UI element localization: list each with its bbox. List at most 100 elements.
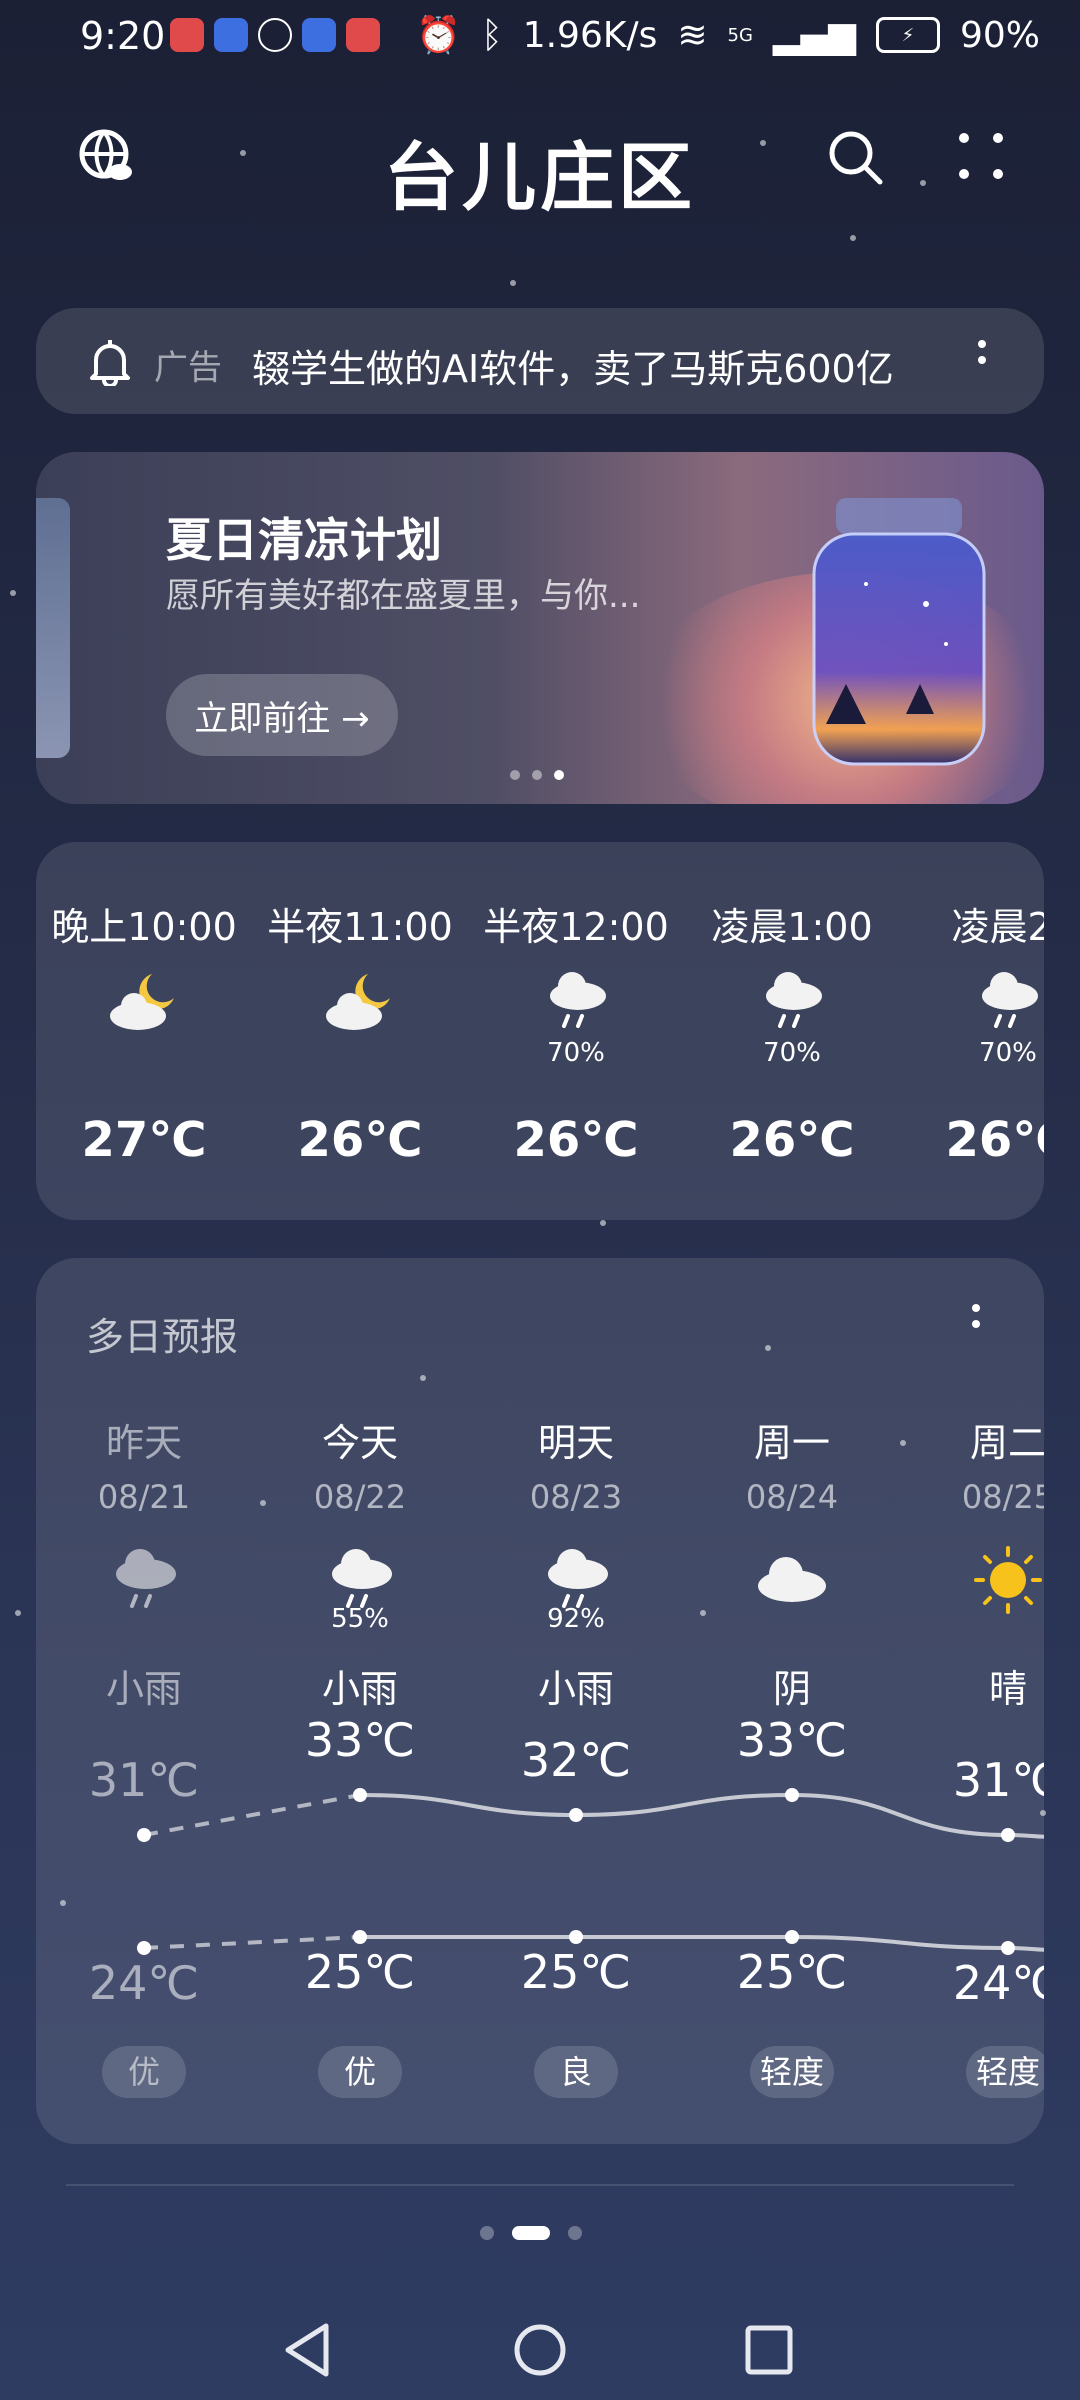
day-column: 明天 08/23 92% 小雨 32℃ 25℃ 良 [468, 1258, 684, 2144]
hourly-forecast-card[interactable]: 晚上10:00 27℃ 半夜11:00 26℃ 半夜12:00 70% 26℃ … [36, 842, 1044, 1220]
ad-text[interactable]: 辍学生做的AI软件，卖了马斯克600亿 [252, 338, 894, 393]
cloud-icon [758, 1557, 826, 1602]
rain-icon [982, 972, 1038, 1028]
day-low-temp: 25℃ [736, 1945, 848, 1999]
hour-precip: 70% [979, 1038, 1037, 1068]
city-name[interactable]: 台儿庄区 [0, 118, 1080, 225]
hour-temp: 26℃ [945, 1112, 1044, 1168]
page-dot [480, 2226, 494, 2240]
previous-banner-edge [36, 498, 70, 758]
battery-level: 90% [959, 14, 1040, 56]
day-column: 昨天 08/21 小雨 31℃ 24℃ 优 [36, 1258, 252, 2144]
hour-time: 晚上10:00 [51, 905, 237, 949]
hour-column: 晚上10:00 27℃ [36, 842, 252, 1220]
day-date: 08/24 [745, 1478, 839, 1516]
air-quality-badge: 良 [534, 2046, 618, 2098]
page-dot [568, 2226, 582, 2240]
network-speed: 1.96K/s [522, 14, 658, 56]
status-bar: 9:20 ⏰ ᛒ 1.96K/s ≋ 5G ▂▄▆ ⚡ 90% [0, 0, 1080, 76]
day-weather: 小雨 [105, 1667, 182, 1711]
search-icon[interactable] [826, 128, 884, 186]
day-high-temp: 31℃ [88, 1753, 200, 1807]
air-quality-badge: 轻度 [966, 2046, 1044, 2098]
hour-temp: 26℃ [297, 1112, 423, 1168]
ad-more-icon[interactable] [976, 338, 988, 382]
page-indicator [480, 2226, 582, 2240]
day-low-temp: 24℃ [952, 1956, 1044, 2010]
air-quality-badge: 优 [102, 2046, 186, 2098]
go-now-button[interactable]: 立即前往 → [166, 674, 398, 756]
day-weather: 晴 [988, 1667, 1027, 1711]
hour-column: 凌晨2: 70% 26℃ [900, 842, 1044, 1220]
alarm-icon: ⏰ [416, 15, 462, 56]
day-date: 08/22 [313, 1478, 407, 1516]
day-name: 明天 [537, 1421, 614, 1465]
day-low-temp: 25℃ [304, 1945, 416, 1999]
promo-banner[interactable]: 夏日清凉计划 愿所有美好都在盛夏里，与你... 立即前往 → [36, 452, 1044, 804]
recents-icon[interactable] [744, 2324, 794, 2376]
hour-time: 半夜11:00 [267, 905, 453, 949]
air-quality-badge: 优 [318, 2046, 402, 2098]
hour-temp: 26℃ [729, 1112, 855, 1168]
hour-time: 凌晨2: [951, 905, 1045, 949]
back-icon[interactable] [282, 2322, 332, 2378]
pager-dot-active [554, 770, 564, 780]
air-quality-badge: 轻度 [750, 2046, 834, 2098]
rain-icon [550, 972, 606, 1028]
day-column: 周一 08/24 阴 33℃ 25℃ 轻度 [684, 1258, 900, 2144]
more-grid-icon[interactable] [956, 130, 1006, 182]
banner-pager [510, 770, 564, 780]
app-header: 台儿庄区 [0, 110, 1080, 221]
day-date: 08/21 [97, 1478, 191, 1516]
sun-icon [974, 1546, 1042, 1614]
hour-time: 半夜12:00 [483, 905, 669, 949]
banner-title: 夏日清凉计划 [166, 513, 442, 567]
ad-bar[interactable]: 广告 辍学生做的AI软件，卖了马斯克600亿 [36, 308, 1044, 414]
hour-column: 半夜12:00 70% 26℃ [468, 842, 684, 1220]
wechat-icon [258, 18, 292, 52]
day-date: 08/23 [529, 1478, 623, 1516]
section-divider [66, 2184, 1014, 2186]
day-name: 周二 [969, 1421, 1044, 1465]
rain-icon [766, 972, 822, 1028]
daily-forecast-card[interactable]: 多日预报 昨天 08/21 小雨 31℃ 24℃ 优今天 08/22 55% 小雨 33℃ 25℃ 优… [36, 1258, 1044, 2144]
moon-cloud-icon [110, 974, 174, 1030]
pager-dot [532, 770, 542, 780]
rain-icon [116, 1549, 176, 1608]
pager-dot [510, 770, 520, 780]
baidu-app-icon [302, 18, 336, 52]
day-high-temp: 33℃ [736, 1713, 848, 1767]
ad-tag: 广告 [154, 348, 222, 388]
day-low-temp: 24℃ [88, 1956, 200, 2010]
hour-column: 半夜11:00 26℃ [252, 842, 468, 1220]
day-high-temp: 32℃ [520, 1733, 632, 1787]
hour-temp: 27℃ [81, 1112, 207, 1168]
hour-precip: 70% [763, 1038, 821, 1068]
system-nav-bar [0, 2300, 1080, 2400]
notification-icons [170, 18, 380, 52]
moon-cloud-icon [326, 974, 390, 1030]
day-weather: 小雨 [321, 1667, 398, 1711]
day-name: 昨天 [105, 1421, 182, 1465]
day-column: 今天 08/22 55% 小雨 33℃ 25℃ 优 [252, 1258, 468, 2144]
day-name: 周一 [753, 1421, 830, 1465]
status-time: 9:20 [80, 14, 166, 58]
cell-signal-icon: ▂▄▆ [772, 14, 856, 56]
battery-icon: ⚡ [875, 17, 940, 53]
banner-subtitle: 愿所有美好都在盛夏里，与你... [166, 576, 641, 616]
huawei-app-icon [170, 18, 204, 52]
day-precip: 55% [331, 1604, 389, 1634]
hour-column: 凌晨1:00 70% 26℃ [684, 842, 900, 1220]
day-column: 周二 08/25 晴 31℃ 24℃ 轻度 [900, 1258, 1044, 2144]
day-low-temp: 25℃ [520, 1945, 632, 1999]
baidu-map-icon [214, 18, 248, 52]
bluetooth-icon: ᛒ [481, 14, 503, 56]
starry-jar-image [812, 498, 986, 766]
home-icon[interactable] [512, 2322, 568, 2378]
day-high-temp: 31℃ [952, 1753, 1044, 1807]
hour-precip: 70% [547, 1038, 605, 1068]
day-weather: 阴 [772, 1667, 811, 1711]
day-weather: 小雨 [537, 1667, 614, 1711]
wifi-icon: ≋ [677, 14, 708, 56]
hour-temp: 26℃ [513, 1112, 639, 1168]
